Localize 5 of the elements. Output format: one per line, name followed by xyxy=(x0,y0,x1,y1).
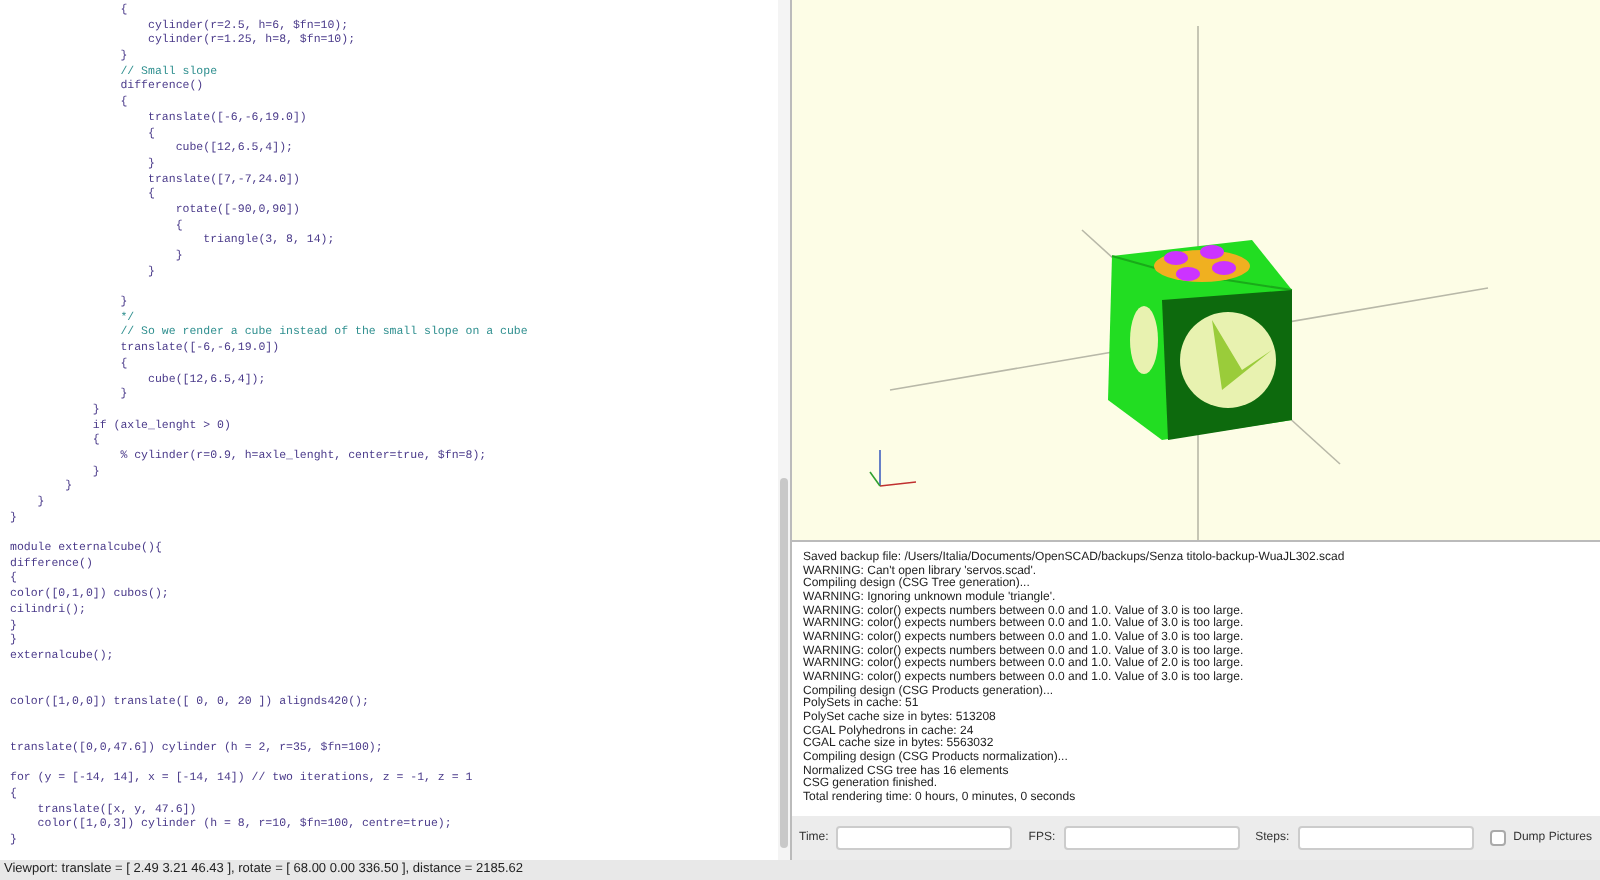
input-field[interactable] xyxy=(836,826,1013,851)
checkbox[interactable] xyxy=(1489,830,1506,847)
input-field[interactable] xyxy=(1063,826,1240,851)
input-field[interactable] xyxy=(1297,826,1474,851)
scrollbar-thumb[interactable] xyxy=(779,478,787,848)
